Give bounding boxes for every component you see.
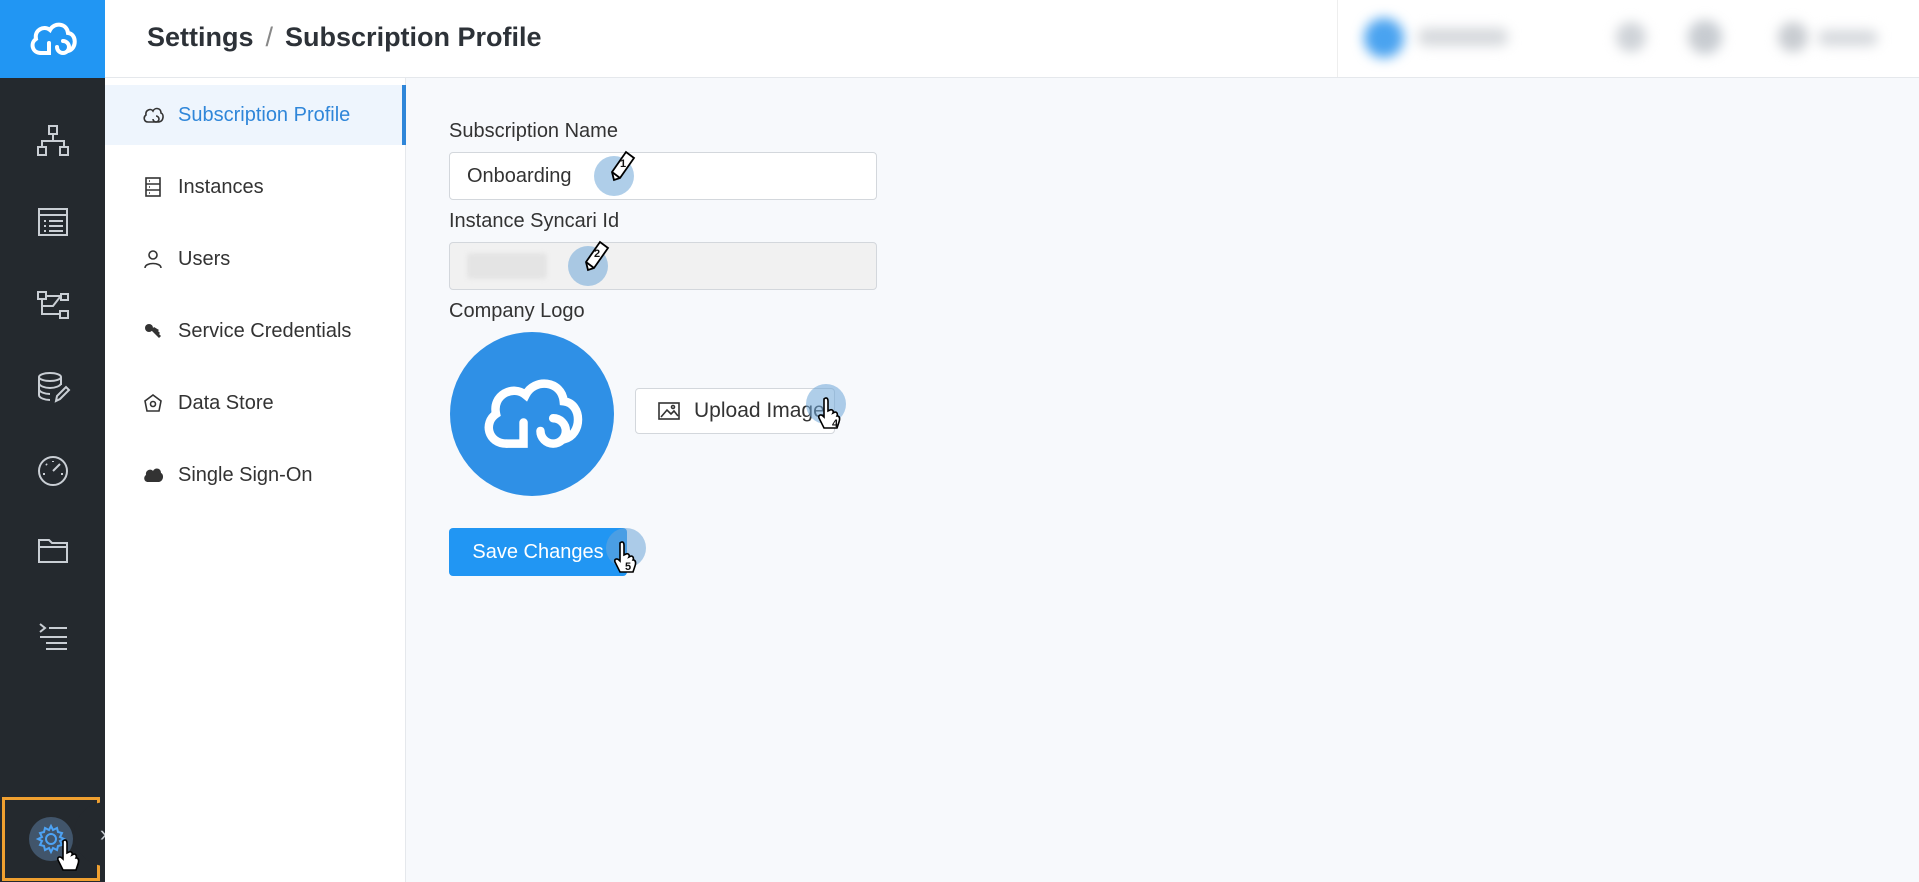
rail-pipelines[interactable]	[0, 275, 105, 335]
step-number-4: 4	[832, 418, 839, 430]
topology-icon	[36, 125, 69, 156]
breadcrumb-settings[interactable]: Settings	[147, 22, 254, 52]
list-icon	[37, 208, 68, 236]
cloud-icon	[144, 468, 164, 482]
blurred-avatar[interactable]	[1364, 18, 1404, 58]
server-icon	[145, 177, 161, 197]
instance-id-field	[449, 242, 877, 290]
log-list-icon	[38, 623, 67, 650]
blurred-account	[1418, 28, 1508, 46]
logo-icon	[30, 22, 77, 55]
nav-service-credentials[interactable]: Service Credentials	[105, 301, 406, 361]
rail-logs[interactable]	[0, 607, 105, 667]
gauge-icon	[37, 456, 68, 486]
page-title: Subscription Profile	[285, 22, 542, 52]
app-logo[interactable]	[0, 0, 105, 78]
database-edit-icon	[37, 372, 70, 403]
blurred-username	[1818, 30, 1878, 46]
breadcrumb-separator: /	[265, 22, 274, 52]
redacted-instance-id	[467, 253, 547, 279]
logo-icon	[484, 379, 583, 448]
rail-dashboard[interactable]	[0, 440, 105, 500]
cloud-sync-icon	[143, 107, 164, 123]
nav-instances[interactable]: Instances	[105, 157, 406, 217]
step-number-1: 1	[620, 158, 627, 170]
company-logo-label: Company Logo	[449, 300, 585, 322]
settings-nav: Subscription Profile Instances Users Ser…	[105, 78, 406, 882]
subscription-name-input[interactable]: Onboarding	[449, 152, 877, 200]
data-store-icon	[144, 394, 162, 412]
rail-topology[interactable]	[0, 110, 105, 170]
subscription-name-value: Onboarding	[467, 164, 572, 187]
left-rail: »	[0, 0, 138, 882]
nav-data-store[interactable]: Data Store	[105, 373, 406, 433]
blurred-icon-b[interactable]	[1688, 20, 1722, 54]
save-changes-label: Save Changes	[472, 540, 604, 563]
folder-icon	[37, 539, 68, 563]
step-number-5: 5	[625, 561, 632, 573]
blurred-icon-a[interactable]	[1616, 22, 1646, 52]
breadcrumb: Settings / Subscription Profile	[147, 22, 542, 53]
image-icon	[658, 402, 680, 420]
rail-data[interactable]	[0, 357, 105, 417]
rail-files[interactable]	[0, 520, 105, 580]
flow-icon	[36, 291, 69, 319]
nav-single-sign-on[interactable]: Single Sign-On	[105, 445, 406, 505]
blurred-user-avatar[interactable]	[1778, 22, 1808, 52]
rail-entities[interactable]	[0, 192, 105, 252]
nav-subscription-profile[interactable]: Subscription Profile	[105, 85, 406, 145]
save-changes-button[interactable]: Save Changes	[449, 528, 627, 576]
company-logo-preview	[450, 332, 614, 496]
subscription-name-label: Subscription Name	[449, 120, 618, 142]
nav-users[interactable]: Users	[105, 229, 406, 289]
upload-image-button[interactable]: Upload Image	[635, 388, 835, 434]
user-icon	[144, 250, 162, 269]
key-icon	[145, 324, 161, 338]
page-header: Settings / Subscription Profile	[105, 0, 1919, 78]
step-number-2: 2	[594, 248, 601, 260]
subscription-profile-form: Subscription Name Onboarding Instance Sy…	[406, 78, 1919, 882]
header-user-area	[1337, 0, 1919, 77]
instance-id-label: Instance Syncari Id	[449, 210, 620, 232]
